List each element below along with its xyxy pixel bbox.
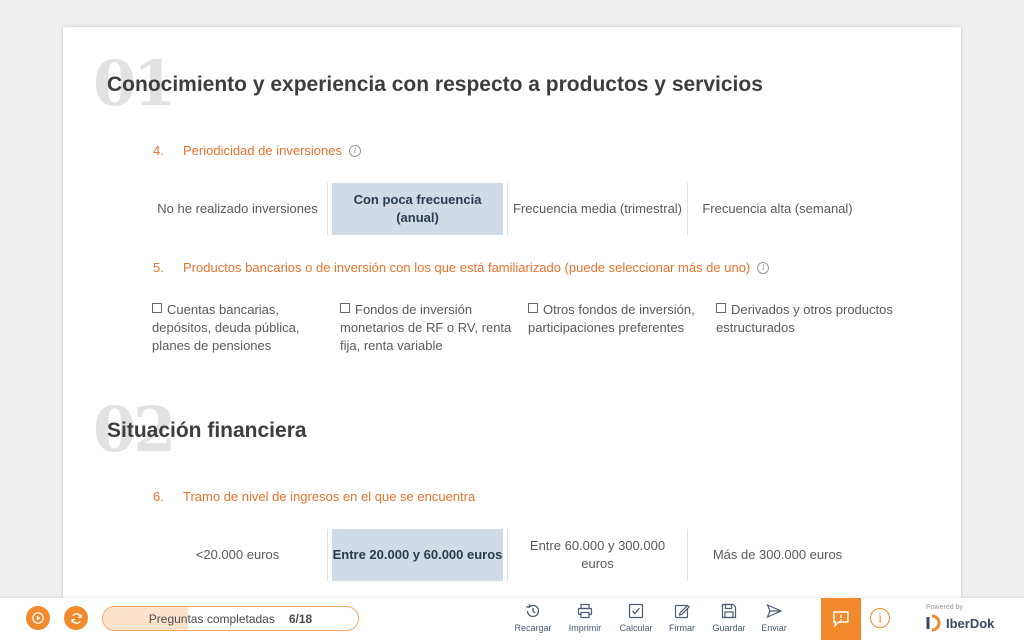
q4-options: No he realizado inversiones Con poca fre…	[152, 183, 872, 235]
calculate-button[interactable]: Calcular	[614, 602, 658, 633]
feedback-button[interactable]	[821, 598, 861, 640]
brand-logo[interactable]: IberDok	[926, 614, 994, 632]
option-under-20000[interactable]: <20.000 euros	[152, 529, 323, 581]
refresh-button[interactable]	[64, 606, 88, 630]
pen-icon	[674, 604, 690, 619]
option-over-300000[interactable]: Más de 300.000 euros	[687, 529, 863, 581]
progress-label: Preguntas completadas	[148, 611, 275, 626]
question-number: 4.	[153, 143, 164, 158]
progress-bar: Preguntas completadas 6/18	[102, 606, 359, 631]
printer-icon	[577, 603, 593, 619]
option-high-frequency[interactable]: Frecuencia alta (semanal)	[687, 183, 863, 235]
play-button[interactable]	[26, 606, 50, 630]
question-text: Tramo de nivel de ingresos en el que se …	[183, 489, 476, 504]
option-low-frequency[interactable]: Con poca frecuencia (anual)	[327, 183, 503, 235]
reload-label: Recargar	[514, 623, 552, 633]
info-icon[interactable]: i	[348, 144, 361, 157]
option-no-investments[interactable]: No he realizado inversiones	[152, 183, 323, 235]
question-number: 5.	[153, 260, 164, 275]
checkbox-icon	[628, 603, 644, 619]
brand-name: IberDok	[946, 615, 995, 631]
history-icon	[526, 604, 540, 618]
question-text: Periodicidad de inversiones	[183, 143, 342, 158]
send-icon	[766, 603, 783, 619]
powered-by: Powered by	[926, 604, 963, 611]
checkbox-derivatives[interactable]: Derivados y otros productos estructurado…	[716, 301, 896, 355]
reload-button[interactable]: Recargar	[511, 602, 555, 633]
sign-label: Firmar	[669, 623, 695, 633]
section-title: Conocimiento y experiencia con respecto …	[107, 73, 763, 96]
footer-toolbar: Preguntas completadas 6/18 Recargar Impr…	[0, 598, 1024, 640]
save-label: Guardar	[712, 623, 746, 633]
q6-options: <20.000 euros Entre 20.000 y 60.000 euro…	[152, 529, 872, 581]
info-button[interactable]: i	[870, 608, 890, 628]
info-icon: i	[878, 611, 882, 625]
option-60000-300000[interactable]: Entre 60.000 y 300.000 euros	[507, 529, 683, 581]
progress-text: Preguntas completadas 6/18	[103, 607, 358, 630]
sign-button[interactable]: Firmar	[660, 602, 704, 633]
form-card: 01 Conocimiento y experiencia con respec…	[63, 27, 961, 607]
question-number: 6.	[153, 489, 164, 504]
send-label: Enviar	[761, 623, 787, 633]
send-button[interactable]: Enviar	[752, 602, 796, 633]
question-4: 4. Periodicidad de inversiones i	[153, 143, 361, 158]
checkbox-other-funds[interactable]: Otros fondos de inversión, participacion…	[528, 301, 708, 355]
print-button[interactable]: Imprimir	[563, 602, 607, 633]
checkbox-icon[interactable]	[152, 303, 162, 313]
refresh-icon	[70, 612, 82, 624]
logo-icon	[926, 614, 941, 632]
print-label: Imprimir	[568, 623, 602, 633]
question-6: 6. Tramo de nivel de ingresos en el que …	[153, 489, 475, 504]
checkbox-bank-accounts[interactable]: Cuentas bancarias, depósitos, deuda públ…	[152, 301, 332, 355]
option-20000-60000[interactable]: Entre 20.000 y 60.000 euros	[327, 529, 503, 581]
feedback-icon	[833, 611, 849, 628]
play-icon	[32, 612, 44, 624]
checkbox-icon[interactable]	[528, 303, 538, 313]
question-5: 5. Productos bancarios o de inversión co…	[153, 260, 770, 275]
checkbox-icon[interactable]	[340, 303, 350, 313]
save-button[interactable]: Guardar	[707, 602, 751, 633]
save-icon	[721, 603, 737, 619]
question-text: Productos bancarios o de inversión con l…	[183, 260, 751, 275]
option-medium-frequency[interactable]: Frecuencia media (trimestral)	[507, 183, 683, 235]
q5-options: Cuentas bancarias, depósitos, deuda públ…	[152, 301, 904, 355]
section-title: Situación financiera	[107, 419, 307, 442]
checkbox-investment-funds[interactable]: Fondos de inversión monetarios de RF o R…	[340, 301, 520, 355]
progress-count: 6/18	[288, 611, 313, 626]
info-icon[interactable]: i	[757, 261, 770, 274]
calculate-label: Calcular	[619, 623, 653, 633]
checkbox-icon[interactable]	[716, 303, 726, 313]
